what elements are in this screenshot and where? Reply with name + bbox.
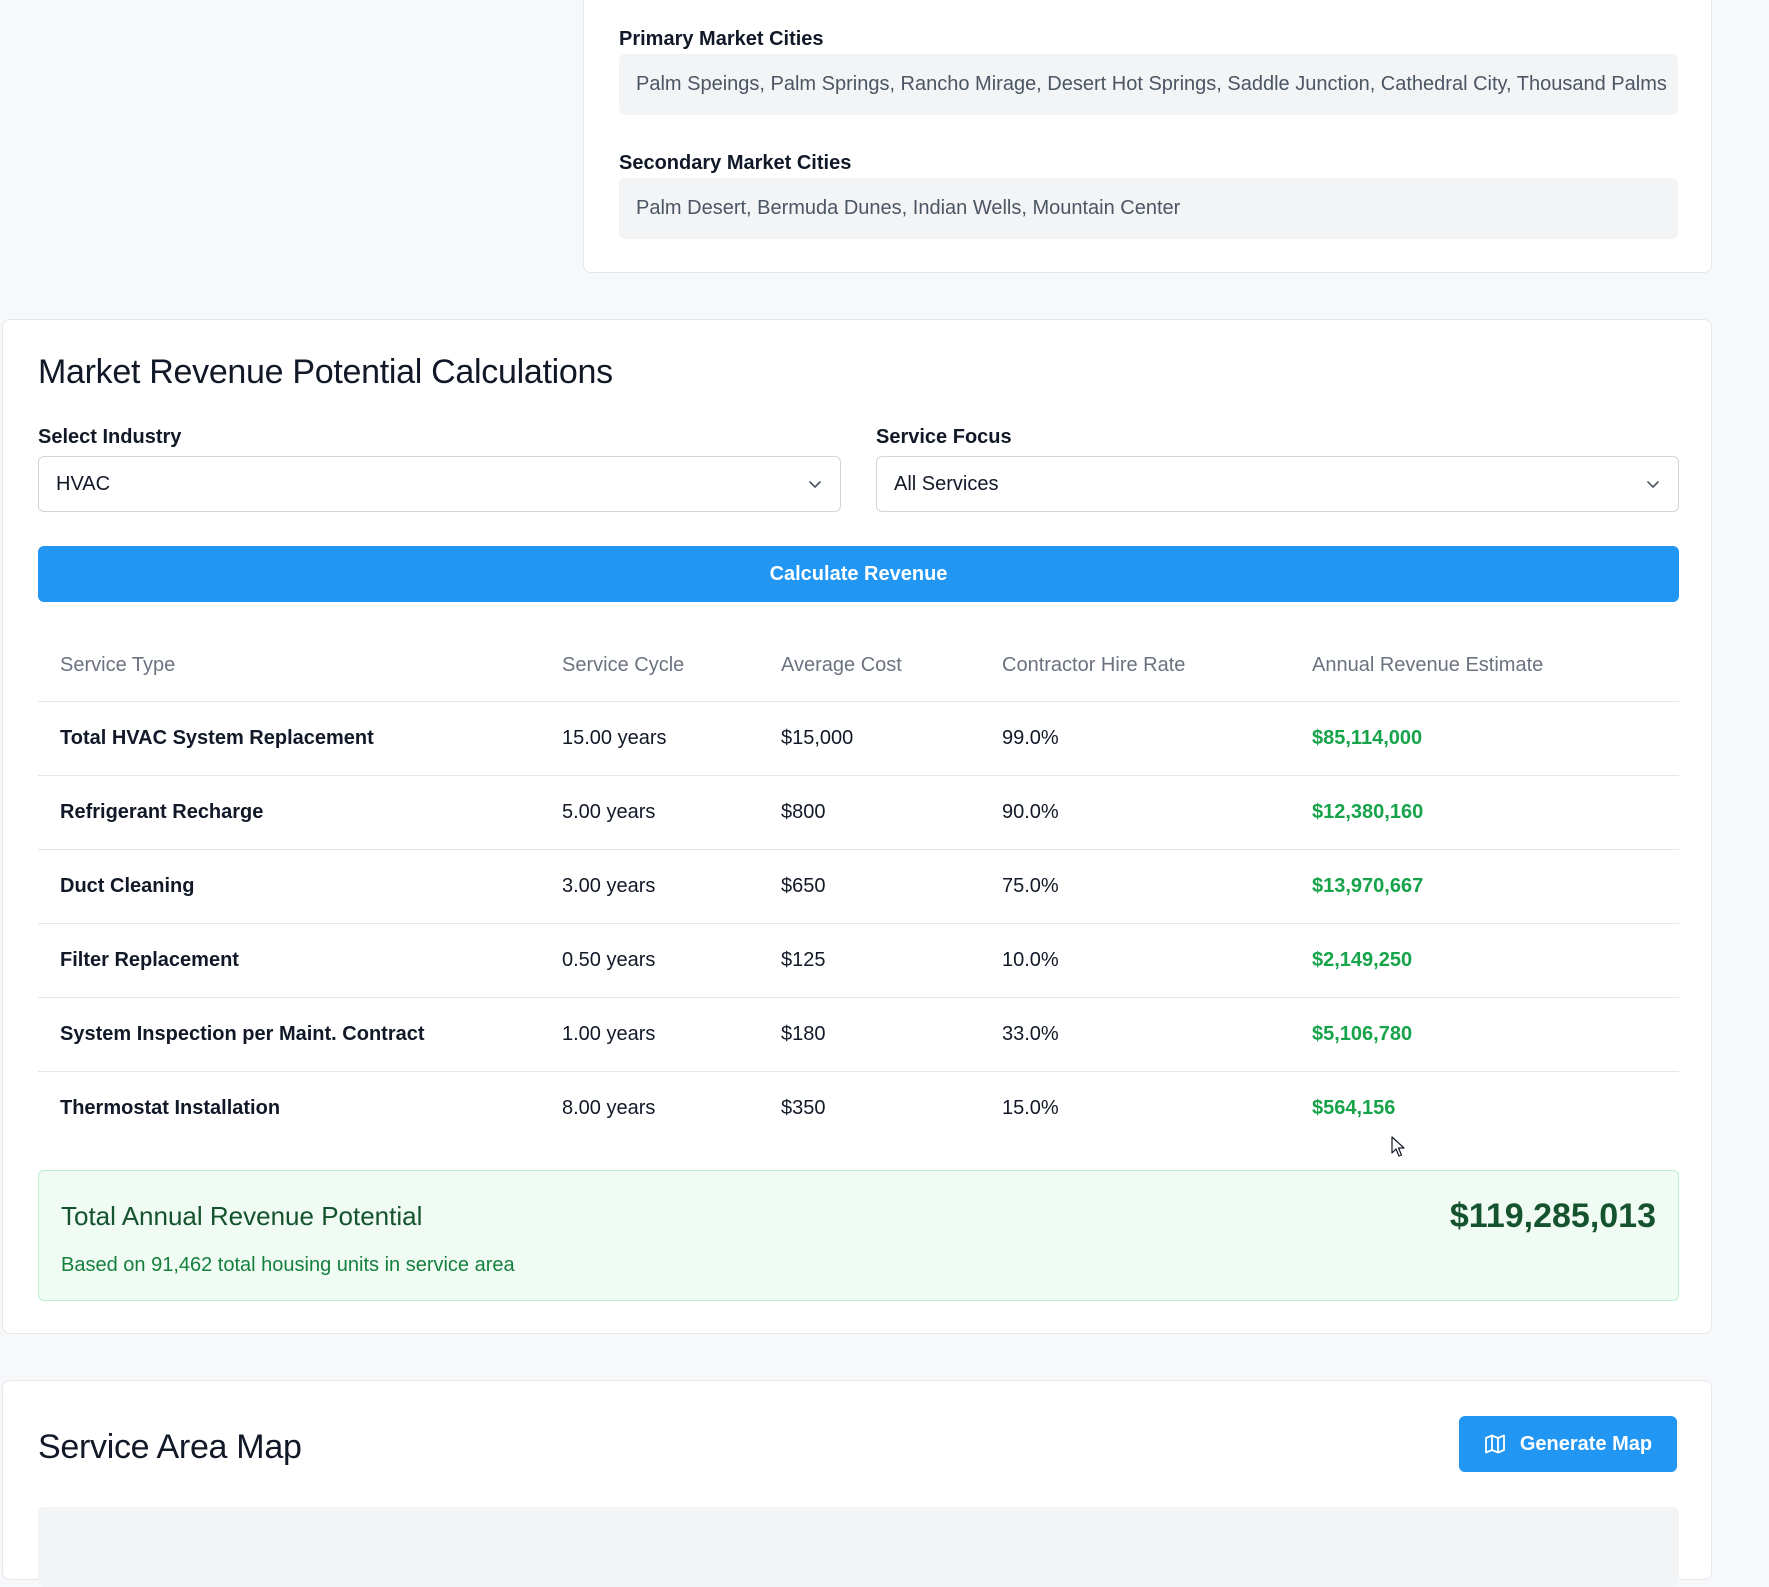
service-type-cell: Filter Replacement [38,923,562,998]
hire-rate-cell: 10.0% [1002,923,1312,998]
service-type-cell: Total HVAC System Replacement [38,701,562,776]
annual-estimate-cell: $13,970,667 [1312,849,1679,924]
average-cost-cell: $650 [781,849,1002,924]
column-header-hire-rate: Contractor Hire Rate [1002,630,1312,702]
hire-rate-cell: 99.0% [1002,701,1312,776]
chevron-down-icon [1647,481,1659,488]
service-cycle-cell: 3.00 years [562,849,781,924]
column-header-service-type: Service Type [38,630,562,702]
total-revenue-value: $119,285,013 [1449,1197,1656,1235]
service-cycle-cell: 8.00 years [562,1096,656,1119]
primary-cities-label: Primary Market Cities [619,28,824,50]
section-title: Market Revenue Potential Calculations [38,353,613,391]
industry-select[interactable]: HVAC [38,456,841,512]
generate-map-button[interactable]: Generate Map [1459,1416,1677,1472]
industry-select-label: Select Industry [38,426,182,448]
service-type-cell: Refrigerant Recharge [38,775,562,850]
column-header-annual-estimate: Annual Revenue Estimate [1312,630,1679,702]
secondary-cities-label: Secondary Market Cities [619,152,852,174]
average-cost-cell: $350 [781,1096,826,1119]
hire-rate-cell: 15.0% [1002,1096,1059,1119]
chevron-down-icon [809,481,821,488]
map-section-title: Service Area Map [38,1428,302,1466]
revenue-potential-card: Market Revenue Potential Calculations Se… [2,319,1712,1334]
service-focus-select[interactable]: All Services [876,456,1679,512]
service-focus-value: All Services [894,472,999,495]
industry-select-value: HVAC [56,472,111,495]
table-row: Filter Replacement 0.50 years $125 10.0%… [38,923,1679,998]
hire-rate-cell: 75.0% [1002,849,1312,924]
average-cost-cell: $180 [781,997,1002,1072]
service-cycle-cell: 15.00 years [562,701,781,776]
primary-cities-field[interactable]: Palm Speings, Palm Springs, Rancho Mirag… [619,54,1678,115]
service-cycle-cell: 0.50 years [562,923,781,998]
service-type-cell: Thermostat Installation [60,1096,281,1119]
average-cost-cell: $800 [781,775,1002,850]
hire-rate-cell: 90.0% [1002,775,1312,850]
total-revenue-summary: Total Annual Revenue Potential $119,285,… [38,1170,1679,1301]
hire-rate-cell: 33.0% [1002,997,1312,1072]
revenue-table: Service Type Service Cycle Average Cost … [38,630,1679,1145]
column-header-average-cost: Average Cost [781,630,1002,702]
annual-estimate-cell: $564,156 [1312,1096,1396,1119]
annual-estimate-cell: $12,380,160 [1312,775,1679,850]
calculate-revenue-button[interactable]: Calculate Revenue [38,546,1679,602]
market-cities-card: Primary Market Cities Palm Speings, Palm… [583,0,1712,273]
map-placeholder [38,1507,1679,1587]
service-type-cell: Duct Cleaning [38,849,562,924]
annual-estimate-cell: $2,149,250 [1312,923,1679,998]
table-row: Refrigerant Recharge 5.00 years $800 90.… [38,775,1679,850]
table-row: Thermostat Installation 8.00 years $350 … [38,1071,1679,1145]
average-cost-cell: $125 [781,923,1002,998]
service-type-cell: System Inspection per Maint. Contract [38,997,562,1072]
map-icon [1484,1434,1505,1454]
secondary-cities-field[interactable]: Palm Desert, Bermuda Dunes, Indian Wells… [619,178,1678,239]
service-area-map-card: Service Area Map Generate Map [2,1380,1712,1587]
table-row: System Inspection per Maint. Contract 1.… [38,997,1679,1072]
total-revenue-label: Total Annual Revenue Potential [61,1201,423,1231]
generate-map-label: Generate Map [1519,1432,1653,1455]
service-cycle-cell: 5.00 years [562,775,781,850]
column-header-service-cycle: Service Cycle [562,630,781,702]
average-cost-cell: $15,000 [781,701,1002,776]
service-cycle-cell: 1.00 years [562,997,781,1072]
table-row: Duct Cleaning 3.00 years $650 75.0% $13,… [38,849,1679,924]
table-header-row: Service Type Service Cycle Average Cost … [38,630,1679,702]
table-row: Total HVAC System Replacement 15.00 year… [38,701,1679,776]
service-focus-label: Service Focus [876,426,1012,448]
annual-estimate-cell: $85,114,000 [1312,701,1679,776]
mouse-cursor-icon [1391,1136,1405,1157]
total-revenue-note: Based on 91,462 total housing units in s… [61,1254,515,1276]
annual-estimate-cell: $5,106,780 [1312,997,1679,1072]
